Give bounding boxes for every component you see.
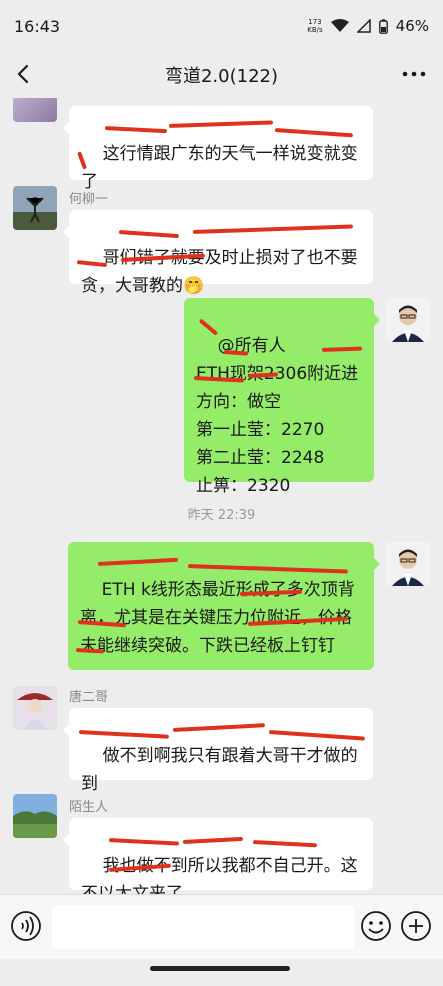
- home-indicator[interactable]: [150, 966, 290, 971]
- timestamp: 昨天 22:39: [187, 508, 256, 523]
- scribble-mark: [97, 557, 178, 566]
- avatar[interactable]: [13, 794, 57, 838]
- message-text: 哥们错了就要及时止损对了也不要贪，大哥教的🤭: [81, 248, 358, 296]
- scribble-mark: [108, 838, 180, 846]
- sender-name: 唐二哥: [69, 690, 109, 705]
- message-bubble[interactable]: 我也做不到所以我都不自己开。这不以太文来了: [63, 818, 373, 894]
- scribble-mark: [77, 151, 88, 170]
- status-time: 16:43: [14, 16, 61, 36]
- status-bar: 16:43 173 KB/s 46%: [0, 0, 443, 52]
- network-speed: 173 KB/s: [307, 18, 322, 34]
- scribble-mark: [104, 126, 168, 134]
- signal-icon: [356, 19, 371, 33]
- scribble-mark: [252, 840, 318, 848]
- avatar-image: [386, 542, 430, 586]
- message-text: 做不到啊我只有跟着大哥干才做的到: [81, 746, 358, 794]
- sender-name: 何柳一: [69, 192, 109, 207]
- scribble-mark: [198, 318, 219, 336]
- message-bubble-mine[interactable]: @所有人 ETH现架2306附近进 方向：做空 第一止莹：2270 第二止莹：2…: [184, 298, 380, 496]
- network-speed-value: 173: [308, 18, 322, 26]
- nav-bar: 弯道2.0(122): [0, 52, 443, 98]
- my-avatar[interactable]: [386, 298, 430, 342]
- battery-icon: [378, 18, 388, 34]
- message-bubble[interactable]: 做不到啊我只有跟着大哥干才做的到: [63, 708, 373, 794]
- scribble-mark: [168, 120, 274, 128]
- scribble-mark: [268, 730, 365, 741]
- avatar[interactable]: [13, 186, 57, 230]
- message-text: 这行情跟广东的天气一样说变就变 了: [81, 144, 358, 192]
- avatar-image: [13, 186, 57, 230]
- scribble-mark: [172, 723, 265, 732]
- avatar-image: [386, 298, 430, 342]
- status-icons: 173 KB/s 46%: [307, 17, 429, 35]
- chat-message-list[interactable]: 这行情跟广东的天气一样说变就变 了 何柳一 哥们错了就要及时止损对了也不要贪，大…: [0, 98, 443, 894]
- message-text: @所有人 ETH现架2306附近进 方向：做空 第一止莹：2270 第二止莹：2…: [196, 336, 359, 496]
- plus-icon[interactable]: [400, 910, 432, 942]
- battery-level: 46%: [395, 17, 429, 35]
- scribble-mark: [192, 224, 353, 234]
- network-speed-unit: KB/s: [307, 26, 323, 34]
- scribble-mark: [187, 564, 348, 574]
- scribble-mark: [274, 128, 353, 138]
- sender-name: 陌生人: [69, 800, 109, 815]
- scribble-mark: [118, 230, 179, 239]
- more-dots-icon[interactable]: [399, 60, 429, 88]
- scribble-mark: [182, 836, 244, 844]
- input-bar: [0, 894, 443, 959]
- scribble-mark: [321, 346, 363, 352]
- message-bubble[interactable]: 哥们错了就要及时止损对了也不要贪，大哥教的🤭: [63, 210, 373, 296]
- chevron-left-icon[interactable]: [10, 60, 38, 88]
- avatar-image: [13, 794, 57, 838]
- message-text: 我也做不到所以我都不自己开。这不以太文来了: [81, 856, 358, 894]
- voice-icon[interactable]: [10, 910, 42, 942]
- wifi-icon: [330, 19, 349, 32]
- emoji-icon[interactable]: [360, 910, 392, 942]
- chat-title: 弯道2.0(122): [164, 66, 279, 87]
- scribble-mark: [78, 730, 169, 739]
- my-avatar[interactable]: [386, 542, 430, 586]
- message-input[interactable]: [52, 905, 354, 949]
- message-bubble[interactable]: 这行情跟广东的天气一样说变就变 了: [63, 106, 373, 192]
- message-bubble-mine[interactable]: ETH k线形态最近形成了多次顶背离，尤其是在关键压力位附近，价格未能继续突破。…: [68, 542, 380, 670]
- avatar[interactable]: [13, 686, 57, 730]
- avatar-image: [13, 686, 57, 730]
- avatar[interactable]: [13, 98, 57, 122]
